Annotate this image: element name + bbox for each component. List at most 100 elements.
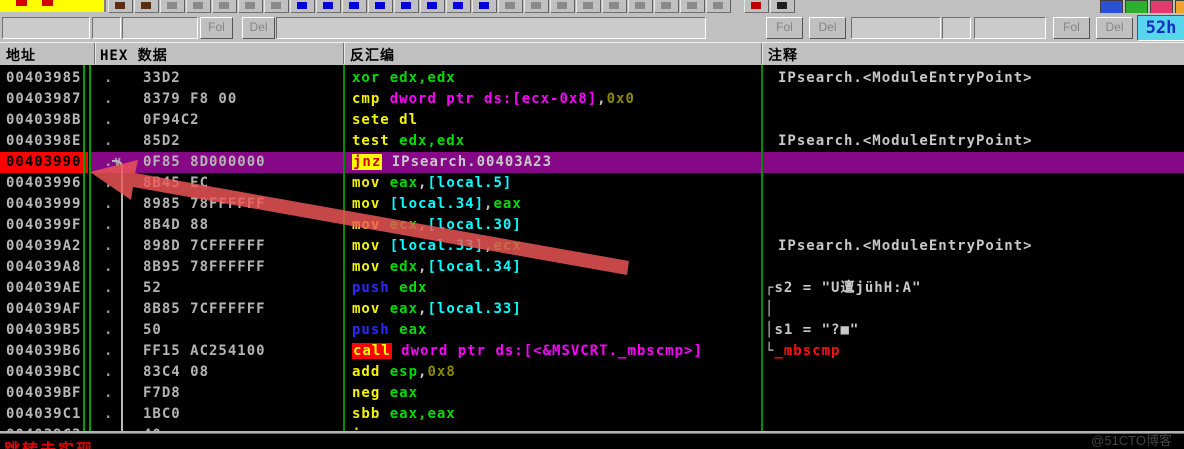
follow-button[interactable]: Fol bbox=[1053, 17, 1090, 39]
disasm-cell[interactable]: xor edx,edx bbox=[352, 68, 760, 89]
disasm-row[interactable]: 00403985 . 33D2 xor edx,edx IPsearch.<Module… bbox=[0, 68, 1184, 89]
address-cell[interactable]: 004039A8 bbox=[6, 257, 84, 278]
disasm-cell[interactable]: mov edx,[local.34] bbox=[352, 257, 760, 278]
address-cell[interactable]: 00403990 bbox=[0, 152, 88, 173]
toolbar-button[interactable] bbox=[744, 0, 769, 13]
comment-cell[interactable]: │ bbox=[765, 299, 1180, 320]
column-header-hex[interactable]: HEX 数据 bbox=[100, 45, 168, 65]
toolbar-button[interactable] bbox=[212, 0, 237, 13]
comment-cell[interactable] bbox=[765, 383, 1184, 404]
toolbar-button[interactable] bbox=[770, 0, 795, 13]
toolbar-button[interactable] bbox=[524, 0, 549, 13]
hex-cell[interactable]: . 50 bbox=[95, 320, 343, 341]
toolbar-button[interactable] bbox=[394, 0, 419, 13]
delete-button[interactable]: Del bbox=[809, 17, 846, 39]
hex-cell[interactable]: . 85D2 bbox=[95, 131, 343, 152]
disasm-cell[interactable]: test edx,edx bbox=[352, 131, 760, 152]
address-cell[interactable]: 00403985 bbox=[6, 68, 84, 89]
address-cell[interactable]: 0040398B bbox=[6, 110, 84, 131]
toolbar-button[interactable] bbox=[134, 0, 159, 13]
disasm-row[interactable]: 004039B5 . 50 push eax │s1 = "?■" bbox=[0, 320, 1184, 341]
disasm-row[interactable]: 00403987. 8379 F8 00 cmp dword ptr ds:[ecx… bbox=[0, 89, 1184, 110]
follow-button[interactable]: Fol bbox=[766, 17, 803, 39]
comment-cell[interactable] bbox=[765, 215, 1184, 236]
cmdbar-field[interactable] bbox=[92, 17, 121, 39]
toolbar-button[interactable] bbox=[446, 0, 471, 13]
address-cell[interactable]: 00403996 bbox=[6, 173, 84, 194]
column-header-address[interactable]: 地址 bbox=[6, 45, 36, 65]
hex-cell[interactable]: . 8B4D 88 bbox=[95, 215, 343, 236]
toolbar-button[interactable] bbox=[628, 0, 653, 13]
disasm-row[interactable]: 00403990 .∨ 0F85 8D000000 jnz IPsearch.0040… bbox=[0, 152, 1184, 173]
disasm-row[interactable]: 0040399F . 8B4D 88 mov ecx,[local.30] bbox=[0, 215, 1184, 236]
disasm-row[interactable]: 004039C1 . 1BC0 sbb eax,eax bbox=[0, 404, 1184, 425]
address-cell[interactable]: 004039AE bbox=[6, 278, 84, 299]
toolbar-button[interactable] bbox=[472, 0, 497, 13]
hex-cell[interactable]: .∨ 0F85 8D000000 bbox=[95, 152, 343, 173]
disasm-cell[interactable]: push eax bbox=[352, 320, 760, 341]
hex-cell[interactable]: . 52 bbox=[95, 278, 343, 299]
address-cell[interactable]: 004039B5 bbox=[6, 320, 84, 341]
follow-button[interactable]: Fol bbox=[200, 17, 233, 39]
disasm-row[interactable]: 0040398B. 0F94C2 sete dl bbox=[0, 110, 1184, 131]
cmdbar-field[interactable] bbox=[974, 17, 1046, 39]
hex-cell[interactable]: . FF15 AC254100 bbox=[95, 341, 343, 362]
comment-cell[interactable] bbox=[765, 110, 1184, 131]
hex-cell[interactable]: . 898D 7CFFFFFF bbox=[95, 236, 343, 257]
hex-cell[interactable]: . F7D8 bbox=[95, 383, 343, 404]
toolbar-button[interactable] bbox=[290, 0, 315, 13]
comment-cell[interactable]: IPsearch.<ModuleEntryPoint> bbox=[765, 68, 1184, 89]
column-header-disasm[interactable]: 反汇编 bbox=[350, 45, 395, 65]
toolbar-color-button[interactable] bbox=[1150, 0, 1173, 14]
hex-cell[interactable]: . 33D2 bbox=[95, 68, 343, 89]
hex-cell[interactable]: . 8B95 78FFFFFF bbox=[95, 257, 343, 278]
hex-cell[interactable]: . 83C4 08 bbox=[95, 362, 343, 383]
address-cell[interactable]: 0040398E bbox=[6, 131, 84, 152]
disasm-row[interactable]: 0040398E . 85D2 test edx,edx IPsearch.<Modul… bbox=[0, 131, 1184, 152]
column-header-comment[interactable]: 注释 bbox=[768, 45, 798, 65]
disasm-row[interactable]: 00403999 . 8985 78FFFFFF mov [local.34],eax bbox=[0, 194, 1184, 215]
toolbar-button[interactable] bbox=[602, 0, 627, 13]
comment-cell[interactable]: ┌s2 = "U邅jühH:A" bbox=[765, 278, 1180, 299]
address-cell[interactable]: 004039AF bbox=[6, 299, 84, 320]
toolbar-button[interactable] bbox=[654, 0, 679, 13]
toolbar-button[interactable] bbox=[680, 0, 705, 13]
disasm-row[interactable]: 004039BC . 83C4 08 add esp,0x8 bbox=[0, 362, 1184, 383]
hex-cell[interactable]: . 8B85 7CFFFFFF bbox=[95, 299, 343, 320]
toolbar-button[interactable] bbox=[342, 0, 367, 13]
disasm-cell[interactable]: add esp,0x8 bbox=[352, 362, 760, 383]
toolbar-button[interactable] bbox=[706, 0, 731, 13]
disasm-cell[interactable]: mov [local.34],eax bbox=[352, 194, 760, 215]
hex-cell[interactable]: . 1BC0 bbox=[95, 404, 343, 425]
toolbar-button[interactable] bbox=[160, 0, 185, 13]
address-cell[interactable]: 004039A2 bbox=[6, 236, 84, 257]
cmdbar-field[interactable] bbox=[276, 17, 706, 39]
disasm-cell[interactable]: neg eax bbox=[352, 383, 760, 404]
toolbar-button[interactable] bbox=[264, 0, 289, 13]
hex-cell[interactable]: . 0F94C2 bbox=[95, 110, 343, 131]
address-cell[interactable]: 00403987 bbox=[6, 89, 84, 110]
delete-button[interactable]: Del bbox=[242, 17, 275, 39]
disasm-row[interactable]: 004039A8 . 8B95 78FFFFFF mov edx,[local.34] bbox=[0, 257, 1184, 278]
delete-button[interactable]: Del bbox=[1096, 17, 1133, 39]
disasm-row[interactable]: 004039A2 . 898D 7CFFFFFF mov [local.33],ecx… bbox=[0, 236, 1184, 257]
comment-cell[interactable]: IPsearch.<ModuleEntryPoint> bbox=[765, 236, 1184, 257]
disasm-row[interactable]: 004039AF . 8B85 7CFFFFFF mov eax,[local.33]… bbox=[0, 299, 1184, 320]
comment-cell[interactable] bbox=[765, 89, 1184, 110]
comment-cell[interactable]: IPsearch.<ModuleEntryPoint> bbox=[765, 131, 1184, 152]
toolbar-button[interactable] bbox=[576, 0, 601, 13]
disasm-cell[interactable]: jnz IPsearch.00403A23 bbox=[352, 152, 760, 173]
disasm-row[interactable]: 00403996 . 8B45 EC mov eax,[local.5] bbox=[0, 173, 1184, 194]
toolbar-color-button[interactable] bbox=[1125, 0, 1148, 14]
address-cell[interactable]: 004039C1 bbox=[6, 404, 84, 425]
comment-cell[interactable] bbox=[765, 173, 1184, 194]
address-cell[interactable]: 0040399F bbox=[6, 215, 84, 236]
disasm-row[interactable]: 004039BF . F7D8 neg eax bbox=[0, 383, 1184, 404]
comment-cell[interactable]: │s1 = "?■" bbox=[765, 320, 1180, 341]
address-cell[interactable]: 004039BF bbox=[6, 383, 84, 404]
comment-cell[interactable] bbox=[765, 404, 1184, 425]
hex-cell[interactable]: . 8379 F8 00 bbox=[95, 89, 343, 110]
disasm-cell[interactable]: mov ecx,[local.30] bbox=[352, 215, 760, 236]
disasm-row[interactable]: 004039B6 . FF15 AC254100 call dword ptr ds:… bbox=[0, 341, 1184, 362]
disasm-cell[interactable]: mov eax,[local.5] bbox=[352, 173, 760, 194]
